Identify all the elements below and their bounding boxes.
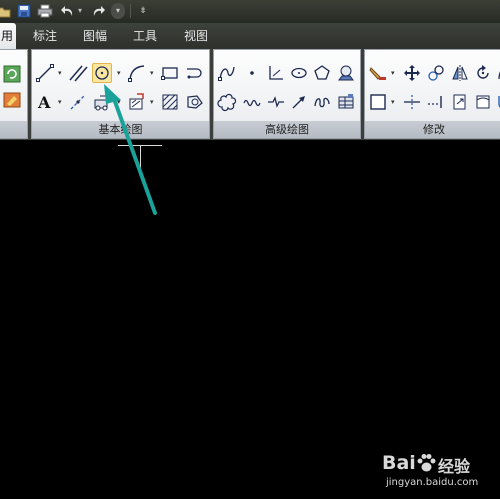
watermark-brand-suffix: 经验	[438, 457, 471, 476]
annotation-arrow	[104, 84, 157, 215]
watermark-brand: Bai	[382, 452, 416, 474]
watermark: Bai 经验 jingyan.baidu.com	[378, 452, 496, 492]
paw-logo-icon	[417, 454, 436, 472]
watermark-url: jingyan.baidu.com	[386, 477, 479, 488]
